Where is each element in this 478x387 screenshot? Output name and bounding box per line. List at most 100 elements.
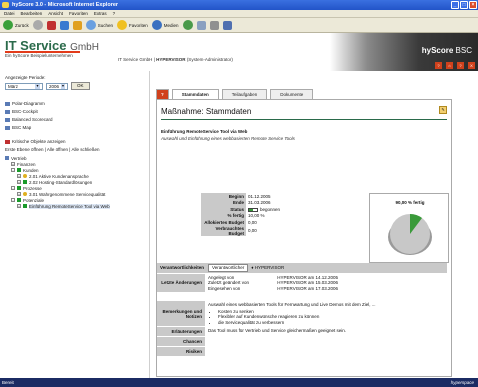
status-green-icon	[17, 168, 21, 172]
menu-extras[interactable]: Extras	[94, 11, 107, 16]
edit-icon[interactable]	[222, 20, 232, 30]
changes-row: Letzte Änderungen Angelegt von HYPERVISOR…	[157, 273, 447, 292]
menu-datei[interactable]: Datei	[4, 11, 15, 16]
history-icon[interactable]	[182, 20, 193, 30]
explanations-row: Erläuterungen Das Tool muss für Vertrieb…	[157, 327, 447, 336]
chart-icon	[5, 109, 10, 114]
tab-teilaufgaben[interactable]: Teilaufgaben	[221, 89, 268, 99]
pie-svg	[388, 214, 432, 255]
ok-button[interactable]: OK	[71, 82, 90, 90]
page-title: Maßnahme: Stammdaten	[161, 107, 252, 116]
status-bar: Bereit hyperspace	[0, 378, 478, 387]
minimize-button[interactable]: _	[451, 1, 459, 9]
month-select[interactable]: März ▼	[5, 82, 43, 90]
status-green-icon	[17, 198, 21, 202]
menu-help[interactable]: ?	[113, 11, 116, 16]
status-text: Bereit	[2, 380, 14, 385]
collapse-icon[interactable]: -	[11, 168, 15, 172]
field-row: Verbrauchtes Budget 0,00	[201, 225, 361, 236]
chart-icon	[5, 125, 10, 130]
collapse-icon[interactable]: -	[11, 186, 15, 190]
header-banner: hyScore BSC ? ⌂ ? X	[330, 33, 478, 71]
details-rows: Verantwortlichkeiten Verantwortlicher ♦ H…	[157, 262, 447, 356]
expand-icon[interactable]: +	[17, 204, 21, 208]
window-title: hyScore 3.0 - Microsoft Internet Explore…	[12, 2, 119, 8]
critical-objects-link[interactable]: Kritische Objekte anzeigen	[5, 139, 144, 144]
link-polar-diagramm[interactable]: Polar-Diagramm	[5, 101, 144, 106]
back-button[interactable]: Zurück	[3, 20, 29, 30]
menu-ansicht[interactable]: Ansicht	[48, 11, 63, 16]
help-tab[interactable]: ?	[156, 89, 169, 99]
browser-toolbar: Zurück Suchen Favoriten Medien	[0, 18, 478, 33]
remarks-list: Kosten zu senken Flexibler auf Kundenwün…	[208, 309, 444, 326]
stop-icon[interactable]	[46, 20, 56, 30]
user-info: IT Service GmbH | HYPERVISOR (System-Adm…	[118, 57, 233, 62]
link-bsc-cockpit[interactable]: BSC-Cockpit	[5, 109, 144, 114]
link-balanced-scorecard[interactable]: Balanced Scorecard	[5, 117, 144, 122]
chances-row: Chancen	[157, 337, 447, 346]
status-yellow-icon	[23, 192, 27, 196]
tab-stammdaten[interactable]: Stammdaten	[171, 89, 219, 99]
expand-icon[interactable]: +	[17, 174, 21, 178]
window-title-bar: hyScore 3.0 - Microsoft Internet Explore…	[0, 0, 478, 10]
chevron-down-icon: ▼	[61, 83, 65, 89]
tree-node-selected[interactable]: + Einführung RemoteService Tool via Web	[5, 203, 144, 209]
edit-icon[interactable]: ✎	[439, 106, 447, 114]
close-button[interactable]: ×	[469, 1, 477, 9]
search-icon	[85, 20, 96, 30]
print-icon[interactable]	[209, 20, 219, 30]
info-icon[interactable]: ?	[457, 62, 464, 69]
title-divider	[161, 119, 447, 120]
chart-icon	[5, 117, 10, 122]
status-green-icon	[23, 180, 27, 184]
chart-icon	[5, 101, 10, 106]
media-button[interactable]: Medien	[151, 20, 179, 30]
tab-bar: ? Stammdaten Teilaufgaben Dokumente	[156, 89, 314, 99]
expand-icon[interactable]: +	[17, 192, 21, 196]
year-select[interactable]: 2006 ▼	[46, 82, 68, 90]
logout-icon[interactable]: X	[468, 62, 475, 69]
help-icon[interactable]: ?	[435, 62, 442, 69]
maximize-button[interactable]: □	[460, 1, 468, 9]
favorites-button[interactable]: Favoriten	[117, 20, 148, 30]
status-yellow-icon	[23, 174, 27, 178]
star-icon	[117, 20, 128, 30]
status-green-icon	[17, 186, 21, 190]
search-button[interactable]: Suchen	[85, 20, 113, 30]
responsible-label: Verantwortlicher	[208, 264, 249, 272]
ie-icon	[2, 2, 9, 8]
mail-icon[interactable]	[196, 20, 206, 30]
perspective-icon	[5, 156, 9, 160]
forward-arrow-icon[interactable]	[32, 20, 43, 30]
progress-pie-chart: 90,00 % fertig	[369, 193, 449, 263]
media-icon	[151, 20, 162, 30]
brand-name: hyScore BSC	[421, 46, 472, 55]
main-content: ? Stammdaten Teilaufgaben Dokumente Maßn…	[152, 71, 478, 378]
warning-icon	[5, 139, 10, 144]
expand-icon[interactable]: +	[17, 180, 21, 184]
remarks-text: Auswahl eines webbasierten Tools für Fer…	[208, 302, 376, 307]
details-panel: Maßnahme: Stammdaten ✎ Einführung Remote…	[156, 99, 452, 377]
logo-tagline: Ein hyScore Beispielunternehmen	[5, 53, 73, 58]
menu-bar: Datei Bearbeiten Ansicht Favoriten Extra…	[0, 10, 478, 18]
refresh-icon[interactable]	[59, 20, 69, 30]
remarks-row: Bemerkungen und Notizen Auswahl eines we…	[157, 301, 447, 326]
objective-tree: Vertrieb + Finanzen - Kunden +2.01 Aktive …	[5, 155, 144, 209]
tree-expand-controls[interactable]: Erste Ebene öffnen | Alle öffnen | Alle …	[5, 147, 144, 152]
responsibility-row: Verantwortlichkeiten Verantwortlicher ♦ H…	[157, 263, 447, 273]
home-icon[interactable]: ⌂	[446, 62, 453, 69]
menu-favoriten[interactable]: Favoriten	[69, 11, 88, 16]
measure-description: Auswahl und Einführung eines webbasierte…	[161, 136, 295, 141]
change-entry: Eingesehen von HYPERVISOR am 17.03.2006	[208, 285, 338, 291]
list-item: die Servicequalität zu verbessern	[218, 320, 444, 326]
tab-dokumente[interactable]: Dokumente	[270, 89, 314, 99]
status-brand: hyperspace	[450, 380, 474, 385]
back-arrow-icon	[3, 20, 13, 30]
expand-icon[interactable]: +	[11, 162, 15, 166]
sidebar: Angezeigte Periode: März ▼ 2006 ▼ OK Polar…	[0, 71, 150, 378]
menu-bearbeiten[interactable]: Bearbeiten	[21, 11, 43, 16]
home-icon[interactable]	[72, 20, 82, 30]
period-label: Angezeigte Periode:	[5, 75, 46, 80]
master-data-table: Beginn 01.12.2005 Ende 31.03.2006 Status be…	[201, 193, 361, 236]
collapse-icon[interactable]: -	[11, 198, 15, 202]
